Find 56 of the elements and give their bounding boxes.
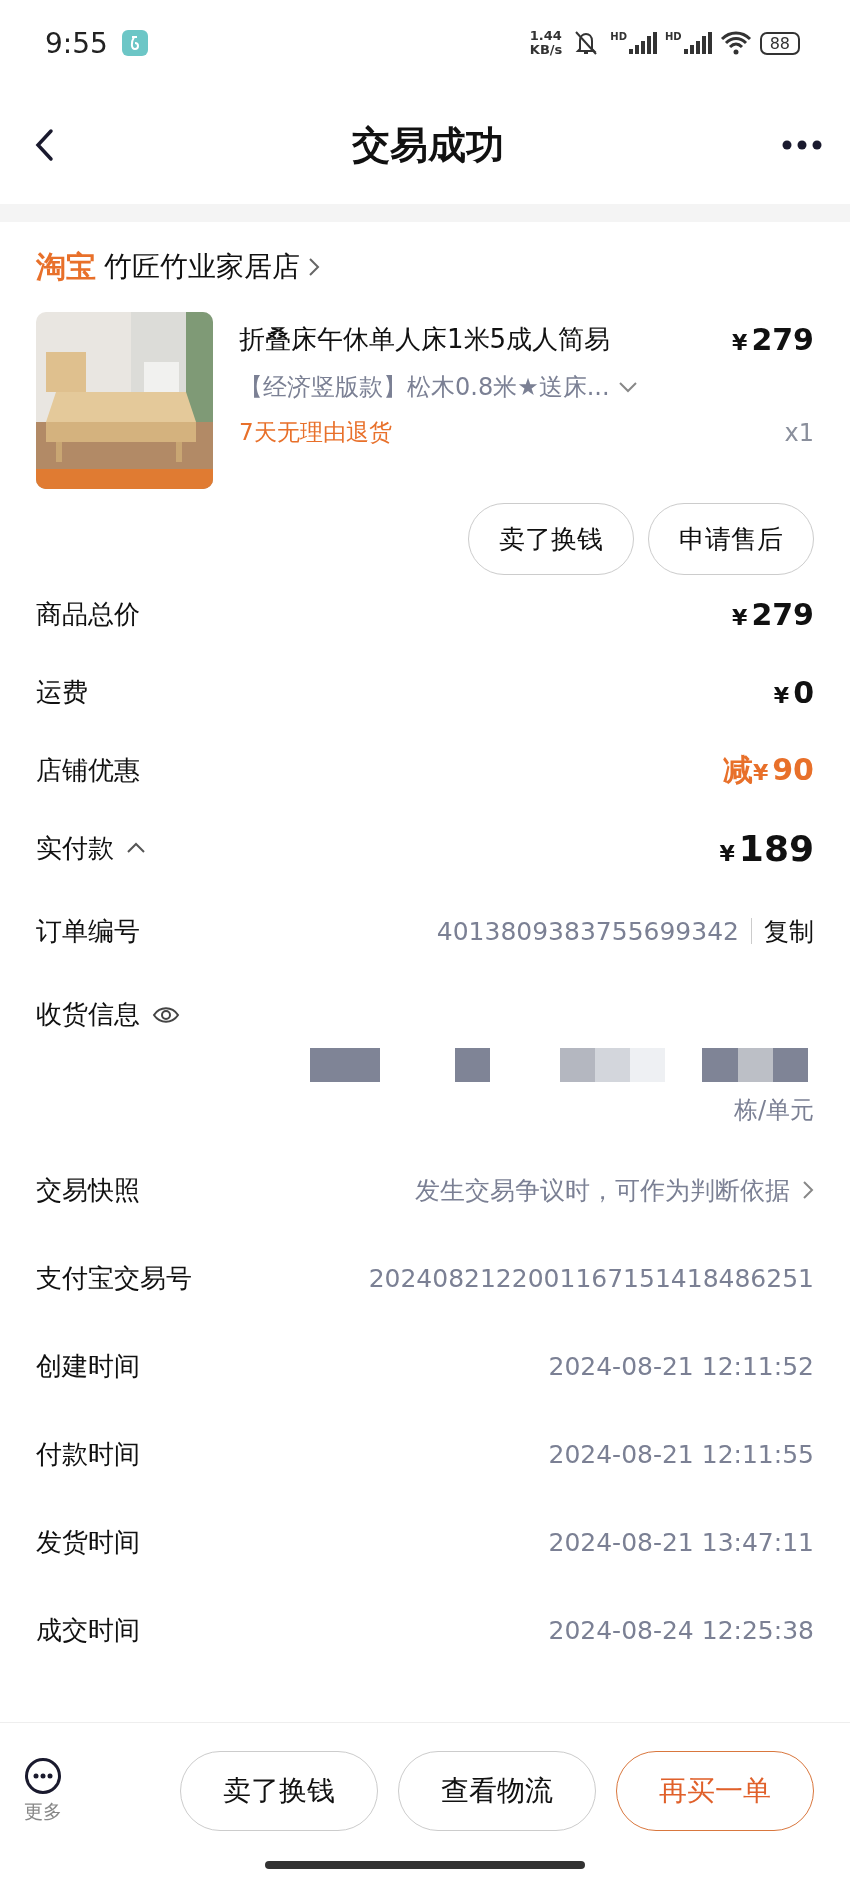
- row-label: 交易快照: [36, 1173, 140, 1207]
- shop-name-link[interactable]: 竹匠竹业家居店: [104, 248, 300, 286]
- toggle-chevron-icon[interactable]: [126, 842, 146, 854]
- signal-icon: [626, 31, 657, 55]
- chevron-right-icon: [308, 257, 320, 277]
- row-label: 店铺优惠: [36, 753, 140, 787]
- row-value: 2024-08-24 12:25:38: [548, 1615, 814, 1645]
- row-label: 订单编号: [36, 914, 140, 948]
- amount-value: ¥279: [732, 596, 814, 632]
- amount-value: ¥0: [773, 674, 814, 710]
- row-label: 商品总价: [36, 597, 140, 631]
- row-value: 4013809383755699342: [436, 916, 739, 946]
- row-label: 发货时间: [36, 1525, 140, 1559]
- row-label: 成交时间: [36, 1613, 140, 1647]
- more-icon[interactable]: [782, 140, 822, 150]
- row-value: 2024-08-21 12:11:52: [548, 1351, 814, 1381]
- wifi-icon: [719, 30, 752, 56]
- row-label: 收货信息: [36, 998, 140, 1031]
- row-label: 付款时间: [36, 1437, 140, 1471]
- row-label: 实付款: [36, 831, 114, 865]
- amount-value: 减¥90: [722, 750, 814, 789]
- action-button[interactable]: 申请售后: [648, 503, 814, 575]
- address-text: 栋/单元: [733, 1095, 814, 1126]
- quantity: x1: [784, 418, 814, 447]
- row-label: 支付宝交易号: [36, 1261, 192, 1295]
- row-label: 运费: [36, 675, 88, 709]
- more-label: 更多: [24, 1799, 62, 1824]
- product-spec: 【经济竖版款】松木0.8米★送床...: [239, 372, 610, 403]
- app-notification-icon: [121, 30, 148, 56]
- chevron-down-icon[interactable]: [617, 381, 638, 393]
- row-value: 2024082122001167151418486251: [368, 1263, 814, 1293]
- row-value: 2024-08-21 13:47:11: [548, 1527, 814, 1557]
- amount-value: ¥189: [719, 827, 814, 869]
- hd-label: HD: [664, 31, 682, 42]
- action-button[interactable]: 卖了换钱: [468, 503, 634, 575]
- signal-icon: [681, 31, 712, 55]
- return-policy-label: 7天无理由退货: [239, 418, 392, 447]
- row-value: 2024-08-21 12:11:55: [548, 1439, 814, 1469]
- back-icon[interactable]: [34, 128, 54, 162]
- row-label: 创建时间: [36, 1349, 140, 1383]
- action-button[interactable]: 查看物流: [398, 1751, 596, 1831]
- eye-icon[interactable]: [152, 1004, 180, 1025]
- action-button[interactable]: 再买一单: [616, 1751, 814, 1831]
- hd-label: HD: [610, 31, 627, 42]
- chevron-right-icon[interactable]: [802, 1180, 814, 1200]
- network-speed: 1.44 KB/s: [529, 29, 563, 57]
- status-time: 9:55: [45, 26, 108, 60]
- more-icon[interactable]: [24, 1757, 62, 1795]
- platform-logo: 淘宝: [36, 247, 96, 286]
- product-title[interactable]: 折叠床午休单人床1米5成人简易: [239, 322, 611, 357]
- action-button[interactable]: 卖了换钱: [180, 1751, 378, 1831]
- copy-link[interactable]: 复制: [764, 914, 814, 948]
- battery-indicator: 88: [759, 31, 800, 55]
- row-value: 发生交易争议时，可作为判断依据: [415, 1174, 790, 1207]
- page-title: 交易成功: [352, 121, 504, 169]
- product-price: ¥279: [732, 322, 814, 357]
